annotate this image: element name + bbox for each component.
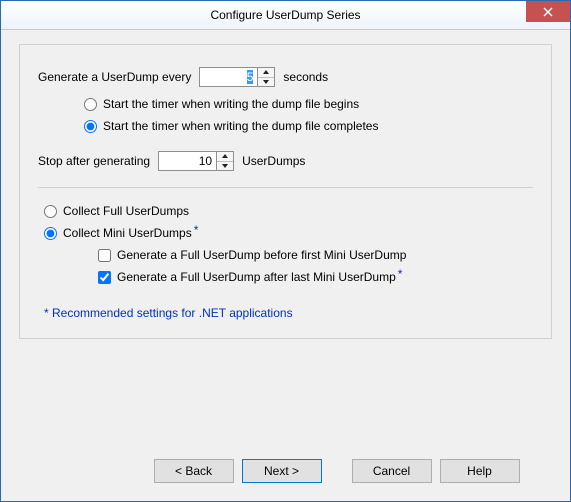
timer-begins-radio[interactable]	[84, 98, 97, 111]
action-buttons: Cancel Help	[352, 459, 520, 483]
settings-panel: Generate a UserDump every 5 seconds Star…	[19, 44, 552, 339]
timer-begins-row[interactable]: Start the timer when writing the dump fi…	[84, 97, 533, 111]
content-area: Generate a UserDump every 5 seconds Star…	[1, 30, 570, 339]
next-button[interactable]: Next >	[242, 459, 322, 483]
mini-dumps-row[interactable]: Collect Mini UserDumps *	[44, 226, 533, 240]
chevron-down-icon	[222, 164, 228, 168]
timer-completes-row[interactable]: Start the timer when writing the dump fi…	[84, 119, 533, 133]
wizard-buttons: < Back Next > Cancel Help	[1, 459, 570, 483]
stop-label-pre: Stop after generating	[38, 154, 150, 168]
gen-after-checkbox[interactable]	[98, 271, 111, 284]
stop-label-post: UserDumps	[242, 154, 305, 168]
titlebar: Configure UserDump Series	[1, 1, 570, 30]
full-dumps-radio[interactable]	[44, 205, 57, 218]
back-button[interactable]: < Back	[154, 459, 234, 483]
full-dumps-row[interactable]: Collect Full UserDumps	[44, 204, 533, 218]
dialog-window: Configure UserDump Series Generate a Use…	[0, 0, 571, 502]
cancel-button[interactable]: Cancel	[352, 459, 432, 483]
mini-dumps-label: Collect Mini UserDumps	[63, 226, 192, 240]
stop-row: Stop after generating UserDumps	[38, 151, 533, 171]
chevron-up-icon	[222, 154, 228, 158]
nav-buttons: < Back Next >	[154, 459, 322, 483]
full-dumps-label: Collect Full UserDumps	[63, 204, 189, 218]
interval-spin-down[interactable]	[258, 78, 274, 87]
interval-spinner[interactable]: 5	[199, 67, 275, 87]
gen-after-row[interactable]: Generate a Full UserDump after last Mini…	[98, 270, 533, 284]
gen-before-row[interactable]: Generate a Full UserDump before first Mi…	[98, 248, 533, 262]
mini-dumps-radio[interactable]	[44, 227, 57, 240]
chevron-up-icon	[263, 70, 269, 74]
stop-spin-up[interactable]	[217, 152, 233, 162]
window-title: Configure UserDump Series	[210, 8, 360, 22]
timer-completes-radio[interactable]	[84, 120, 97, 133]
gen-before-checkbox[interactable]	[98, 249, 111, 262]
gen-before-label: Generate a Full UserDump before first Mi…	[117, 248, 406, 262]
interval-spinner-buttons	[257, 67, 275, 87]
interval-row: Generate a UserDump every 5 seconds	[38, 67, 533, 87]
help-button[interactable]: Help	[440, 459, 520, 483]
recommend-star-icon: *	[398, 267, 403, 281]
stop-spinner-buttons	[216, 151, 234, 171]
interval-spin-up[interactable]	[258, 68, 274, 78]
close-icon	[543, 7, 553, 17]
section-divider	[38, 187, 533, 188]
timer-completes-label: Start the timer when writing the dump fi…	[103, 119, 378, 133]
stop-spin-down[interactable]	[217, 162, 233, 171]
stop-input[interactable]	[158, 151, 216, 171]
recommend-note: * Recommended settings for .NET applicat…	[44, 306, 533, 320]
close-button[interactable]	[526, 1, 570, 22]
gen-after-label: Generate a Full UserDump after last Mini…	[117, 270, 396, 284]
timer-begins-label: Start the timer when writing the dump fi…	[103, 97, 359, 111]
interval-label-post: seconds	[283, 70, 328, 84]
interval-input[interactable]: 5	[199, 67, 257, 87]
interval-label-pre: Generate a UserDump every	[38, 70, 191, 84]
stop-spinner[interactable]	[158, 151, 234, 171]
chevron-down-icon	[263, 80, 269, 84]
recommend-star-icon: *	[194, 223, 199, 237]
